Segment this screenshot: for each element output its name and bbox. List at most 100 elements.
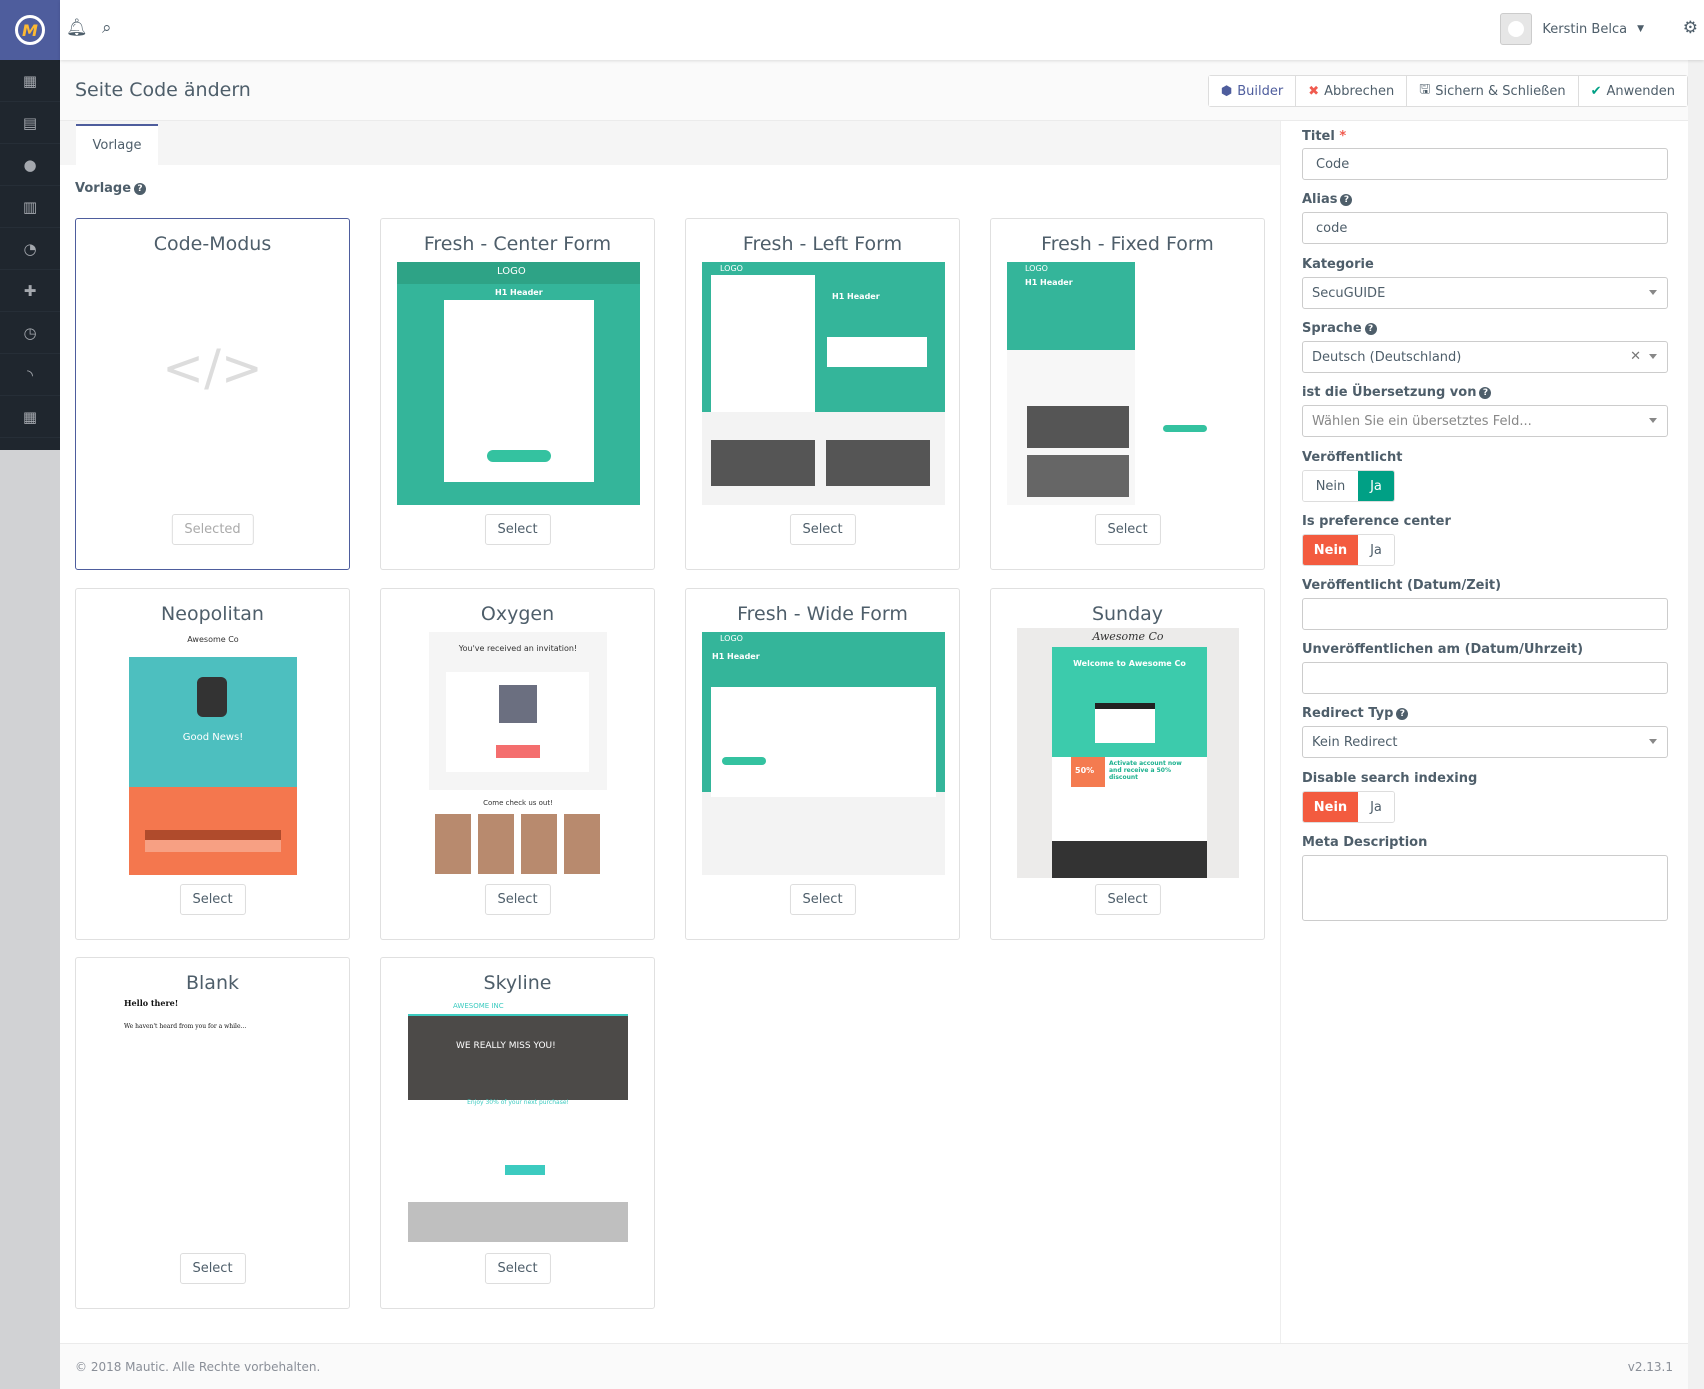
preference-center-label: Is preference center — [1302, 514, 1451, 529]
template-card-fresh-center[interactable]: Fresh - Center Form LOGO H1 Header Selec… — [380, 218, 655, 570]
template-card-sunday[interactable]: Sunday Awesome Co Welcome to Awesome Co … — [990, 588, 1265, 940]
template-card-neopolitan[interactable]: Neopolitan Awesome Co Good News! Select — [75, 588, 350, 940]
published-toggle[interactable]: Nein Ja — [1302, 470, 1395, 502]
search-icon[interactable]: ⌕ — [102, 18, 112, 38]
published-yes[interactable]: Ja — [1358, 471, 1394, 501]
help-icon[interactable]: ? — [1340, 193, 1353, 206]
template-card-fresh-left[interactable]: Fresh - Left Form LOGO H1 Header Select — [685, 218, 960, 570]
title-input[interactable]: Code — [1302, 148, 1668, 180]
publish-down-input[interactable] — [1302, 662, 1668, 694]
template-title: Blank — [185, 972, 239, 994]
select-button[interactable]: Select — [484, 514, 551, 545]
template-card-fresh-fixed[interactable]: Fresh - Fixed Form LOGO H1 Header Select — [990, 218, 1265, 570]
select-button[interactable]: Select — [179, 884, 246, 915]
select-button[interactable]: Select — [484, 884, 551, 915]
template-preview: You've received an invitation! Come chec… — [429, 632, 607, 875]
contacts-icon[interactable]: ● — [0, 144, 60, 186]
language-select[interactable]: Deutsch (Deutschland) ✕ — [1302, 341, 1668, 373]
help-icon[interactable]: ? — [134, 182, 147, 195]
select-button[interactable]: Select — [484, 1253, 551, 1284]
no-index-toggle[interactable]: Nein Ja — [1302, 791, 1395, 823]
published-no[interactable]: Nein — [1303, 471, 1358, 501]
clock-icon[interactable]: ◷ — [0, 312, 60, 354]
copyright: © 2018 Mautic. Alle Rechte vorbehalten. — [75, 1360, 321, 1374]
select-button[interactable]: Select — [1094, 514, 1161, 545]
cancel-button[interactable]: ✖ Abbrechen — [1296, 76, 1408, 106]
check-icon: ✔ — [1590, 83, 1602, 99]
version: v2.13.1 — [1627, 1360, 1673, 1374]
template-card-blank[interactable]: Blank Hello there! We haven't heard from… — [75, 957, 350, 1309]
select-button[interactable]: Select — [1094, 884, 1161, 915]
template-card-oxygen[interactable]: Oxygen You've received an invitation! Co… — [380, 588, 655, 940]
dashboard-icon[interactable]: ▦ — [0, 60, 60, 102]
caret-down-icon: ▼ — [1637, 24, 1644, 34]
alias-input[interactable]: code — [1302, 212, 1668, 244]
category-select[interactable]: SecuGUIDE — [1302, 277, 1668, 309]
category-label: Kategorie — [1302, 257, 1374, 272]
meta-description-textarea[interactable] — [1302, 855, 1668, 921]
cube-icon: ⬢ — [1220, 83, 1233, 99]
page-title: Seite Code ändern — [75, 79, 251, 101]
template-title: Neopolitan — [161, 603, 264, 625]
puzzle-icon[interactable]: ✚ — [0, 270, 60, 312]
no-index-yes[interactable]: Ja — [1358, 792, 1394, 822]
help-icon[interactable]: ? — [1479, 386, 1492, 399]
builder-button[interactable]: ⬢ Builder — [1208, 76, 1297, 106]
select-button[interactable]: Select — [789, 514, 856, 545]
clear-icon[interactable]: ✕ — [1630, 349, 1641, 364]
scrollbar[interactable] — [1688, 60, 1704, 1389]
apply-button[interactable]: ✔ Anwenden — [1578, 76, 1687, 106]
save-close-button[interactable]: 🖫 Sichern & Schließen — [1407, 76, 1579, 106]
help-icon[interactable]: ? — [1396, 707, 1409, 720]
laptop-icon — [1095, 703, 1155, 743]
preference-center-no[interactable]: Nein — [1303, 535, 1358, 565]
properties-panel: Titel * Code Alias? code Kategorie SecuG… — [1280, 121, 1688, 1343]
user-menu[interactable]: Kerstin Belca ▼ — [1500, 13, 1644, 45]
help-icon[interactable]: ? — [1364, 322, 1377, 335]
companies-icon[interactable]: ▥ — [0, 186, 60, 228]
title-label: Titel * — [1302, 129, 1347, 144]
publish-down-label: Unveröffentlichen am (Datum/Uhrzeit) — [1302, 642, 1584, 657]
rss-icon[interactable]: ◝ — [0, 354, 60, 396]
gear-icon[interactable]: ⚙ — [1683, 18, 1698, 38]
save-icon: 🖫 — [1419, 82, 1431, 97]
preference-center-toggle[interactable]: Nein Ja — [1302, 534, 1395, 566]
avatar — [1500, 13, 1533, 45]
template-preview: LOGO H1 Header — [1007, 262, 1250, 505]
redirect-type-label: Redirect Typ? — [1302, 706, 1409, 721]
template-title: Fresh - Fixed Form — [1041, 233, 1214, 255]
mautic-logo[interactable]: M — [0, 0, 60, 60]
template-title: Fresh - Wide Form — [737, 603, 908, 625]
select-button[interactable]: Select — [789, 884, 856, 915]
sidebar: M ▦ ▤ ● ▥ ◔ ✚ ◷ ◝ ▦ — [0, 0, 60, 1389]
translation-select[interactable]: Wählen Sie ein übersetztes Feld... — [1302, 405, 1668, 437]
select-button[interactable]: Select — [179, 1253, 246, 1284]
bell-icon[interactable]: 🔔︎ — [66, 18, 88, 38]
footer: © 2018 Mautic. Alle Rechte vorbehalten. … — [60, 1343, 1688, 1389]
template-title: Fresh - Center Form — [423, 233, 612, 255]
calculator-icon[interactable]: ▦ — [0, 396, 60, 438]
toolbar: ⬢ Builder ✖ Abbrechen 🖫 Sichern & Schließen… — [1207, 75, 1688, 107]
template-card-code-mode[interactable]: Code-Modus </> Selected — [75, 218, 350, 570]
chevron-down-icon — [1649, 354, 1657, 359]
alias-label: Alias? — [1302, 192, 1353, 207]
template-card-fresh-wide[interactable]: Fresh - Wide Form LOGO H1 Header Select — [685, 588, 960, 940]
close-icon: ✖ — [1308, 83, 1320, 99]
tab-bar: Vorlage — [60, 121, 1280, 165]
template-title: Sunday — [1091, 603, 1164, 625]
calendar-icon[interactable]: ▤ — [0, 102, 60, 144]
preference-center-yes[interactable]: Ja — [1358, 535, 1394, 565]
top-bar: 🔔︎ ⌕ Kerstin Belca ▼ ⚙ — [60, 0, 1704, 60]
no-index-no[interactable]: Nein — [1303, 792, 1358, 822]
publish-up-input[interactable] — [1302, 598, 1668, 630]
mautic-logo-icon: M — [15, 15, 45, 45]
redirect-type-select[interactable]: Kein Redirect — [1302, 726, 1668, 758]
template-card-skyline[interactable]: Skyline AWESOME INC WE REALLY MISS YOU! … — [380, 957, 655, 1309]
chevron-down-icon — [1649, 290, 1657, 295]
pie-chart-icon[interactable]: ◔ — [0, 228, 60, 270]
selected-button[interactable]: Selected — [171, 514, 254, 545]
code-icon: </> — [162, 339, 263, 397]
tab-vorlage[interactable]: Vorlage — [76, 124, 158, 165]
template-title: Oxygen — [480, 603, 555, 625]
template-preview: Hello there! We haven't heard from you f… — [124, 998, 247, 1030]
